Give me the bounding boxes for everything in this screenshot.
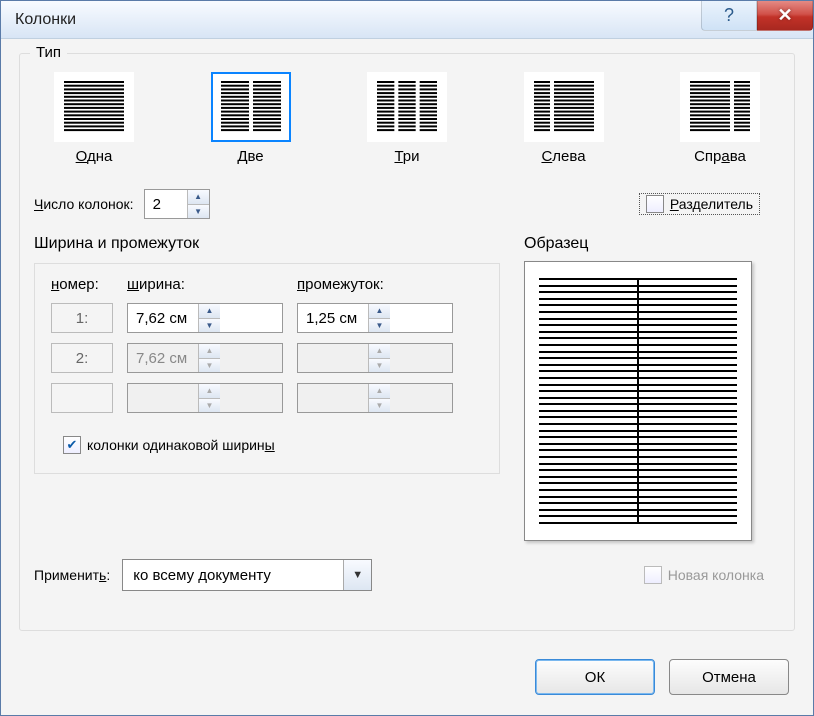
ws-header: ширина: <box>127 276 283 293</box>
gap-spinner-input <box>298 384 368 412</box>
type-preset-label: Три <box>394 148 419 165</box>
type-preset-label: Одна <box>76 148 113 165</box>
apply-row: Применить: ко всему документу ▼ Новая ко… <box>34 541 780 591</box>
columns-icon <box>211 72 291 142</box>
apply-label: Применить: <box>34 567 110 583</box>
count-group: Число колонок: ▲ ▼ <box>34 189 210 219</box>
width-spacing-title: Ширина и промежуток <box>34 235 500 253</box>
width-spinner: ▲▼ <box>127 343 283 373</box>
main-group: Тип ОднаДвеТриСлеваСправа Число колонок:… <box>19 53 795 631</box>
checkbox-checked-icon: ✔ <box>63 436 81 454</box>
type-preset-label: Слева <box>541 148 585 165</box>
preview-box <box>524 261 752 541</box>
window-title: Колонки <box>15 11 76 29</box>
checkbox-icon <box>646 195 664 213</box>
titlebar: Колонки ? ✕ <box>1 1 813 39</box>
row-number-cell: 1: <box>51 303 113 333</box>
columns-icon <box>524 72 604 142</box>
equal-width-row: ✔ колонки одинаковой ширины <box>51 435 483 455</box>
width-spacing-row: Ширина и промежуток номер: ширина: промежу… <box>34 223 780 541</box>
ok-button[interactable]: ОК <box>535 659 655 695</box>
equal-width-checkbox[interactable]: ✔ колонки одинаковой ширины <box>57 435 281 455</box>
spinner-down-icon[interactable]: ▼ <box>369 319 390 333</box>
width-spacing-left: Ширина и промежуток номер: ширина: промежу… <box>34 235 500 541</box>
type-presets-row: Одна Две Три Слева Справа <box>34 62 780 171</box>
type-preset-слева[interactable]: Слева <box>524 72 604 165</box>
columns-dialog: Колонки ? ✕ Тип Одна Две Три Слева Справа Чи… <box>0 0 814 716</box>
close-button[interactable]: ✕ <box>757 1 813 31</box>
spinner-down-icon: ▼ <box>369 399 390 413</box>
preview-title: Образец <box>524 235 780 253</box>
checkbox-icon <box>644 566 662 584</box>
preview-column <box>539 278 637 524</box>
row-number-cell: 2: <box>51 343 113 373</box>
column-count-input[interactable] <box>145 190 187 218</box>
preview-column <box>639 278 737 524</box>
apply-combo-text: ко всему документу <box>123 560 343 590</box>
separator-checkbox[interactable]: Разделитель <box>639 193 760 215</box>
type-preset-справа[interactable]: Справа <box>680 72 760 165</box>
spinner-down-icon: ▼ <box>199 399 220 413</box>
spinner-down-icon[interactable]: ▼ <box>199 319 220 333</box>
help-button[interactable]: ? <box>701 1 757 31</box>
cancel-button[interactable]: Отмена <box>669 659 789 695</box>
ws-header: промежуток: <box>297 276 453 293</box>
type-preset-одна[interactable]: Одна <box>54 72 134 165</box>
count-separator-row: Число колонок: ▲ ▼ Разделитель <box>34 171 780 223</box>
width-spinner-input <box>128 384 198 412</box>
chevron-down-icon[interactable]: ▼ <box>343 560 371 590</box>
columns-icon <box>367 72 447 142</box>
dialog-content: Тип Одна Две Три Слева Справа Число колонок:… <box>1 39 813 715</box>
preview-separator <box>637 278 639 524</box>
preview-panel: Образец <box>524 235 780 541</box>
width-spinner[interactable]: ▲▼ <box>127 303 283 333</box>
gap-spinner: ▲▼ <box>297 343 453 373</box>
type-preset-label: Две <box>237 148 263 165</box>
type-preset-три[interactable]: Три <box>367 72 447 165</box>
spinner-up-icon: ▲ <box>369 344 390 359</box>
width-spinner: ▲▼ <box>127 383 283 413</box>
spinner-down-icon[interactable]: ▼ <box>188 205 209 219</box>
dialog-buttons: ОК Отмена <box>19 639 795 701</box>
gap-spinner-input[interactable] <box>298 304 368 332</box>
type-label: Тип <box>30 44 67 61</box>
gap-spinner[interactable]: ▲▼ <box>297 303 453 333</box>
apply-combo[interactable]: ко всему документу ▼ <box>122 559 372 591</box>
titlebar-buttons: ? ✕ <box>701 1 813 31</box>
columns-icon <box>680 72 760 142</box>
spinner-up-icon[interactable]: ▲ <box>188 190 209 205</box>
separator-label: Разделитель <box>670 196 753 212</box>
spinner-up-icon: ▲ <box>199 344 220 359</box>
equal-width-label: колонки одинаковой ширины <box>87 437 275 453</box>
count-label: Число колонок: <box>34 196 134 212</box>
apply-left: Применить: ко всему документу ▼ <box>34 559 372 591</box>
width-spacing-table: номер:ширина:промежуток:1:▲▼▲▼2:▲▼▲▼▲▼▲▼ <box>51 276 483 413</box>
spinner-up-icon[interactable]: ▲ <box>199 304 220 319</box>
spinner-down-icon: ▼ <box>369 359 390 373</box>
spinner-up-icon: ▲ <box>369 384 390 399</box>
spinner-up-icon: ▲ <box>199 384 220 399</box>
spinner-up-icon[interactable]: ▲ <box>369 304 390 319</box>
gap-spinner-input <box>298 344 368 372</box>
row-number-cell <box>51 383 113 413</box>
width-spinner-input[interactable] <box>128 304 198 332</box>
preview-inner <box>539 278 737 524</box>
ws-header: номер: <box>51 276 113 293</box>
type-preset-label: Справа <box>694 148 746 165</box>
width-spacing-group: номер:ширина:промежуток:1:▲▼▲▼2:▲▼▲▼▲▼▲▼… <box>34 263 500 474</box>
width-spinner-input <box>128 344 198 372</box>
column-count-spinner[interactable]: ▲ ▼ <box>144 189 210 219</box>
spinner-down-icon: ▼ <box>199 359 220 373</box>
type-preset-две[interactable]: Две <box>211 72 291 165</box>
gap-spinner: ▲▼ <box>297 383 453 413</box>
new-column-label: Новая колонка <box>668 567 764 583</box>
new-column-checkbox: Новая колонка <box>638 565 770 585</box>
columns-icon <box>54 72 134 142</box>
